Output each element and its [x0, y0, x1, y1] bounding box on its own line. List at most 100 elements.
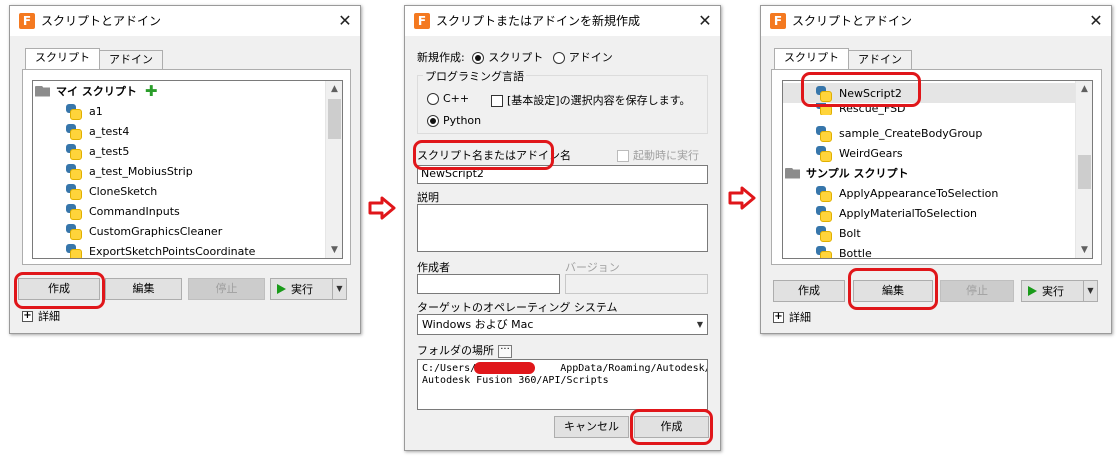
tab-panel: マイ スクリプト ✚ a1 a_test4 a_test5 a_test_Mob… [22, 69, 351, 265]
radio-addin[interactable] [552, 52, 565, 64]
list-item[interactable]: sample_CreateBodyGroup [815, 123, 982, 143]
os-select-value: Windows および Mac [422, 318, 534, 331]
create-button[interactable]: 作成 [773, 280, 845, 302]
new-create-label: 新規作成: スクリプト アドイン [417, 51, 613, 64]
group-my-scripts[interactable]: マイ スクリプト ✚ [35, 81, 157, 101]
list-item[interactable]: ApplyAppearanceToSelection [815, 183, 998, 203]
python-icon [65, 163, 82, 180]
stop-button[interactable]: 停止 [940, 280, 1014, 302]
scroll-down-icon[interactable]: ▼ [1076, 242, 1092, 258]
folder-icon [785, 167, 800, 179]
cancel-button[interactable]: キャンセル [554, 416, 629, 438]
tab-scripts[interactable]: スクリプト [25, 48, 100, 69]
author-input[interactable] [417, 274, 560, 294]
python-icon [815, 205, 832, 222]
list-item[interactable]: CloneSketch [65, 181, 157, 201]
save-default-row[interactable]: [基本設定]の選択内容を保存します。 [491, 92, 690, 108]
expand-plus-icon: + [773, 310, 784, 323]
list-item-label: a1 [89, 104, 103, 118]
list-item[interactable]: a_test_MobiusStrip [65, 161, 193, 181]
python-icon [65, 203, 82, 220]
fusion-logo-icon: F [414, 12, 430, 29]
python-icon [815, 225, 832, 242]
list-item[interactable]: a1 [65, 101, 103, 121]
description-input[interactable] [417, 204, 708, 252]
tab-addins[interactable]: アドイン [848, 50, 912, 69]
radio-addin-label: アドイン [568, 51, 613, 64]
radio-script[interactable] [472, 52, 485, 64]
stop-button[interactable]: 停止 [188, 278, 265, 300]
list-item[interactable]: CustomGraphicsCleaner [65, 221, 222, 241]
list-item[interactable]: ApplyMaterialToSelection [815, 203, 977, 223]
run-on-startup-checkbox[interactable] [617, 150, 629, 162]
scroll-thumb[interactable] [328, 99, 341, 139]
version-label: バージョン [565, 261, 620, 274]
script-list[interactable]: マイ スクリプト ✚ a1 a_test4 a_test5 a_test_Mob… [32, 80, 343, 259]
list-item[interactable]: Bolt [815, 223, 861, 243]
scroll-down-icon[interactable]: ▼ [326, 242, 342, 258]
close-icon[interactable]: ✕ [330, 11, 360, 30]
chevron-down-icon: ▼ [696, 320, 703, 329]
run-on-startup-row[interactable]: 起動時に実行 [617, 147, 699, 163]
radio-python[interactable] [427, 115, 439, 127]
list-item-label: a_test5 [89, 144, 130, 158]
list-item-label: sample_CreateBodyGroup [839, 126, 983, 140]
highlight-edit-button [848, 268, 938, 310]
details-toggle[interactable]: + 詳細 [773, 309, 811, 325]
group-sample-scripts[interactable]: サンプル スクリプト [785, 163, 909, 183]
close-icon[interactable]: ✕ [690, 11, 720, 30]
python-icon [815, 245, 832, 258]
tab-addins[interactable]: アドイン [99, 50, 163, 69]
tab-scripts[interactable]: スクリプト [774, 48, 849, 69]
run-dropdown-icon[interactable]: ▼ [1084, 280, 1098, 302]
python-icon [65, 223, 82, 240]
highlight-create-button [630, 409, 713, 445]
run-dropdown-icon[interactable]: ▼ [333, 278, 347, 300]
run-button[interactable]: 実行 [1021, 280, 1084, 302]
radio-cpp-row[interactable]: C++ [427, 92, 469, 105]
vertical-scrollbar[interactable]: ▲ ▼ [325, 81, 342, 258]
fusion-logo-icon: F [770, 12, 786, 29]
details-toggle[interactable]: + 詳細 [22, 308, 60, 324]
list-item-label: CustomGraphicsCleaner [89, 224, 223, 238]
scroll-up-icon[interactable]: ▲ [1076, 81, 1092, 97]
author-label: 作成者 [417, 261, 450, 274]
save-default-checkbox[interactable] [491, 95, 503, 107]
expand-plus-icon: + [22, 309, 33, 322]
radio-cpp[interactable] [427, 93, 439, 105]
radio-script-label: スクリプト [488, 51, 544, 64]
tab-bar: スクリプト アドイン [25, 48, 163, 69]
run-button[interactable]: 実行 [270, 278, 333, 300]
add-script-icon[interactable]: ✚ [145, 82, 158, 100]
version-input[interactable] [565, 274, 708, 294]
os-label: ターゲットのオペレーティング システム [417, 301, 618, 314]
scroll-up-icon[interactable]: ▲ [326, 81, 342, 97]
list-item[interactable]: CommandInputs [65, 201, 180, 221]
list-item[interactable]: a_test4 [65, 121, 129, 141]
list-item[interactable]: WeirdGears [815, 143, 903, 163]
group-label: マイ スクリプト [56, 85, 137, 98]
dialog-title: スクリプトとアドイン [41, 14, 162, 28]
language-group-label: プログラミング言語 [423, 68, 526, 84]
radio-python-row[interactable]: Python [427, 114, 481, 127]
list-item[interactable]: ExportSketchPointsCoordinate [65, 241, 255, 258]
details-label: 詳細 [38, 310, 60, 323]
scroll-thumb[interactable] [1078, 155, 1091, 189]
flow-arrow-icon [728, 186, 756, 210]
highlight-new-script [801, 72, 921, 107]
python-icon [815, 185, 832, 202]
os-select[interactable]: Windows および Mac ▼ [417, 314, 708, 335]
close-icon[interactable]: ✕ [1081, 11, 1111, 30]
list-item[interactable]: a_test5 [65, 141, 129, 161]
edit-button[interactable]: 編集 [105, 278, 182, 300]
folder-path-field[interactable]: C:/Users/AppData/Roaming/Autodesk/ Autod… [417, 359, 708, 410]
python-icon [65, 123, 82, 140]
list-item-label: a_test4 [89, 124, 130, 138]
vertical-scrollbar[interactable]: ▲ ▼ [1075, 81, 1092, 258]
browse-folder-button[interactable]: ··· [498, 344, 512, 358]
list-item-label: CloneSketch [89, 184, 158, 198]
list-item[interactable]: Bottle [815, 243, 872, 258]
python-icon [815, 125, 832, 142]
list-item-label: a_test_MobiusStrip [89, 164, 193, 178]
redaction-mark [474, 362, 535, 374]
